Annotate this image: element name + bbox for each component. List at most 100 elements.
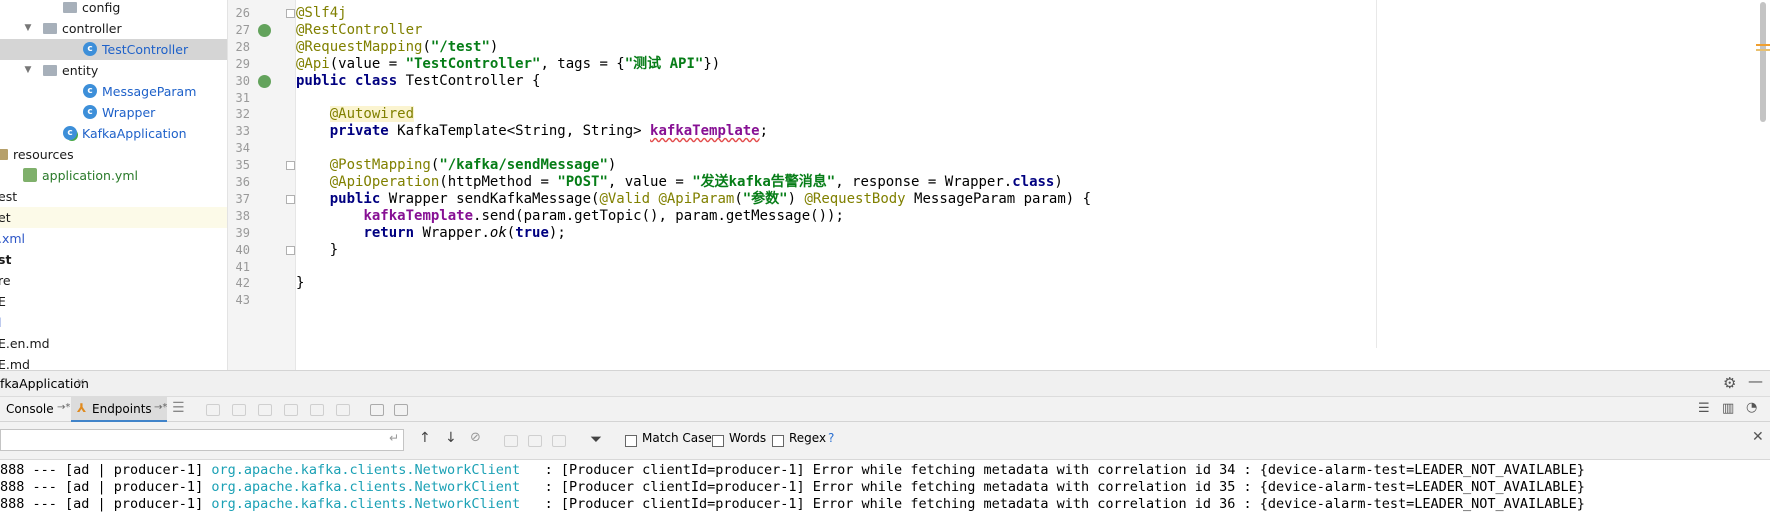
log-logger-name[interactable]: org.apache.kafka.clients.NetworkClient (211, 479, 520, 495)
close-icon[interactable]: ✕ (76, 376, 85, 389)
minimize-icon[interactable]: — (1748, 372, 1763, 390)
tree-item-label: config (82, 0, 121, 15)
search-input[interactable]: ↵ (0, 429, 404, 451)
spring-bean-icon[interactable] (258, 23, 271, 37)
find-all-icon[interactable]: ⊘ (470, 430, 481, 445)
chevron-down-icon[interactable]: ▼ (23, 60, 33, 81)
tree-item-label: re (0, 273, 11, 288)
tree-item-label: MessageParam (102, 84, 197, 99)
code-token: ) (787, 190, 805, 207)
code-token: kafkaTemplate (650, 123, 760, 140)
chevron-down-icon[interactable]: ▼ (23, 18, 33, 39)
tree-item-label: TestController (102, 42, 189, 57)
step-out-icon[interactable] (284, 404, 298, 416)
step-into-icon[interactable] (232, 404, 246, 416)
tree-item[interactable]: c Wrapper (0, 102, 227, 123)
speed-icon[interactable]: ◔ (1746, 400, 1757, 415)
code-token: Wrapper. (422, 224, 490, 241)
code-token: TestController { (405, 72, 541, 89)
code-token: }) (703, 55, 721, 72)
code-token: .send(param.getTopic(), param.getMessage… (473, 207, 844, 224)
fold-marker-icon[interactable] (286, 194, 295, 204)
warning-stripe-mark[interactable] (1756, 49, 1770, 51)
remove-occurrence-icon[interactable] (528, 435, 542, 447)
add-occurrence-icon[interactable] (504, 435, 518, 447)
tab-endpoints-label: Endpoints (92, 402, 152, 416)
code-token: "/kafka/sendMessage" (439, 157, 608, 174)
code-token: @RequestMapping (296, 38, 423, 55)
force-step-into-icon[interactable] (258, 404, 272, 416)
tree-item[interactable]: E.en.md (0, 333, 227, 354)
project-tree[interactable]: config ▼ controller c TestController ▼ entity c… (0, 0, 228, 370)
tree-item[interactable]: ▼ entity (0, 60, 227, 81)
tree-item[interactable]: st (0, 249, 227, 270)
tree-item[interactable]: c KafkaApplication (0, 123, 227, 144)
code-token: @RequestBody (804, 190, 915, 207)
tree-item[interactable]: est (0, 186, 227, 207)
fold-marker-icon[interactable] (286, 161, 295, 171)
tree-item[interactable]: E (0, 291, 227, 312)
console-output[interactable]: 888 --- [ad | producer-1] org.apache.kaf… (0, 460, 1770, 515)
regex-help-link[interactable]: ? (828, 431, 834, 445)
evaluate-expression-icon[interactable] (370, 404, 384, 416)
log-logger-name[interactable]: org.apache.kafka.clients.NetworkClient (211, 462, 520, 478)
tree-item[interactable]: resources (0, 144, 227, 165)
code-token: ) (1054, 174, 1063, 190)
gear-icon[interactable]: ⚙ (1723, 374, 1736, 392)
tab-endpoints[interactable]: ⅄ Endpoints →* (71, 397, 167, 422)
tree-item[interactable]: E.md (0, 354, 227, 370)
line-number: 43 (235, 293, 250, 308)
code-token: ) (489, 38, 499, 55)
regex-checkbox[interactable] (772, 435, 784, 447)
menu-lines-icon[interactable]: ☰ (172, 400, 185, 416)
tree-item[interactable]: l (0, 312, 227, 333)
match-case-checkbox[interactable] (625, 435, 637, 447)
folder-icon (0, 149, 8, 160)
tree-item[interactable]: c MessageParam (0, 81, 227, 102)
select-all-occurrences-icon[interactable] (552, 435, 566, 447)
tree-item[interactable]: re (0, 270, 227, 291)
fold-marker-icon[interactable] (286, 9, 295, 18)
code-line[interactable]: } (296, 241, 338, 260)
arrow-down-icon[interactable]: ↓ (445, 430, 457, 446)
arrow-up-icon[interactable]: ↑ (419, 430, 431, 446)
fold-marker-icon[interactable] (286, 245, 295, 255)
soft-wrap-icon[interactable]: ☰ (1698, 401, 1710, 416)
code-token: , value = (607, 174, 693, 190)
code-token: class (1012, 174, 1055, 190)
log-logger-name[interactable]: org.apache.kafka.clients.NetworkClient (211, 496, 520, 512)
tree-item[interactable]: config (0, 0, 227, 18)
close-search-icon[interactable]: ✕ (1752, 429, 1764, 445)
spring-bean-icon[interactable] (258, 74, 271, 88)
filter-icon[interactable]: ⏷ (590, 430, 602, 448)
enter-return-icon[interactable]: ↵ (389, 431, 399, 445)
tree-item[interactable]: .xml (0, 228, 227, 249)
code-token: @RestController (296, 21, 423, 38)
code-token: "/test" (430, 38, 490, 55)
code-line[interactable]: } (296, 274, 304, 293)
tree-item[interactable]: ▼ controller (0, 18, 227, 39)
tree-item[interactable]: et (0, 207, 227, 228)
code-token: MessageParam param) { (914, 190, 1092, 207)
run-to-cursor-icon[interactable] (336, 404, 350, 416)
tab-console[interactable]: Console →* (0, 397, 70, 422)
drop-frame-icon[interactable] (310, 404, 324, 416)
log-line[interactable]: 888 --- [ad | producer-1] org.apache.kaf… (0, 495, 1585, 514)
error-stripe-mark[interactable] (1756, 44, 1770, 46)
words-checkbox[interactable] (712, 435, 724, 447)
step-over-icon[interactable] (206, 404, 220, 416)
layout-icon[interactable]: ▥ (1722, 401, 1734, 416)
trace-icon[interactable] (394, 404, 408, 416)
code-token: ( (506, 224, 516, 241)
editor-scroll-thumb[interactable] (1760, 2, 1766, 122)
code-line[interactable]: public class TestController { (296, 72, 540, 91)
code-token: (httpMethod = (439, 174, 558, 190)
editor-scrollbar[interactable] (1758, 0, 1770, 370)
code-token: , response = Wrapper. (835, 174, 1013, 190)
tree-item[interactable]: application.yml (0, 165, 227, 186)
code-line[interactable]: private KafkaTemplate<String, String> ka… (296, 122, 768, 141)
code-token: ok (489, 224, 507, 241)
code-token: "TestController" (405, 55, 541, 72)
tree-item[interactable]: c TestController (0, 39, 227, 60)
